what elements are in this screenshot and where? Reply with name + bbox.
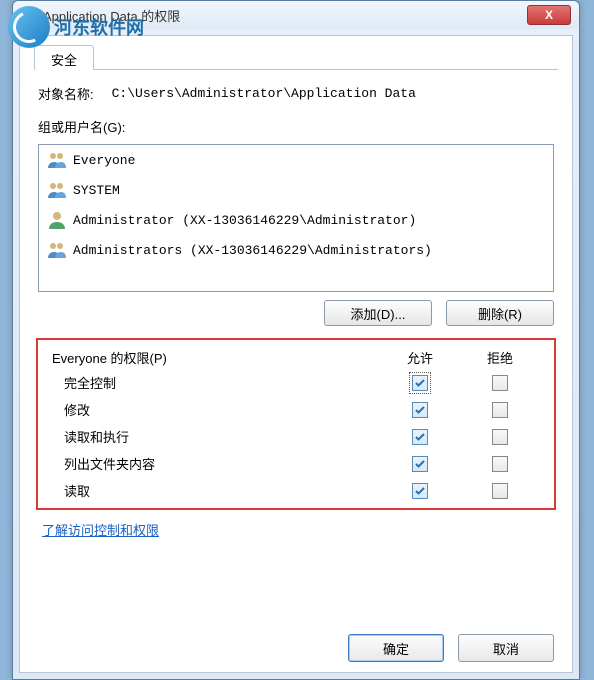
group-icon <box>47 181 67 199</box>
cancel-button[interactable]: 取消 <box>458 634 554 662</box>
user-icon <box>47 211 67 229</box>
group-users-label: 组或用户名(G): <box>38 117 554 136</box>
group-icon <box>47 241 67 259</box>
permissions-panel: Everyone 的权限(P) 允许 拒绝 完全控制修改读取和执行列出文件夹内容… <box>36 338 556 510</box>
column-deny: 拒绝 <box>460 348 540 367</box>
allow-checkbox[interactable] <box>412 375 428 391</box>
deny-checkbox[interactable] <box>492 483 508 499</box>
list-item[interactable]: Administrator (XX-13036146229\Administra… <box>39 205 553 235</box>
dialog-body: 安全 对象名称: C:\Users\Administrator\Applicat… <box>19 35 573 673</box>
allow-checkbox[interactable] <box>412 429 428 445</box>
allow-checkbox[interactable] <box>412 456 428 472</box>
close-button[interactable]: X <box>527 5 571 25</box>
allow-checkbox[interactable] <box>412 402 428 418</box>
deny-checkbox[interactable] <box>492 456 508 472</box>
button-label: 确定 <box>383 639 409 658</box>
tab-label: 安全 <box>51 53 77 68</box>
watermark: 河东软件网 <box>8 6 144 48</box>
permission-row: 修改 <box>44 396 548 423</box>
object-name-row: 对象名称: C:\Users\Administrator\Application… <box>38 84 554 103</box>
object-label: 对象名称: <box>38 84 94 103</box>
button-label: 删除(R) <box>478 304 522 323</box>
list-item[interactable]: Everyone <box>39 145 553 175</box>
allow-checkbox[interactable] <box>412 483 428 499</box>
list-item[interactable]: SYSTEM <box>39 175 553 205</box>
dialog-window: Application Data 的权限 X 安全 对象名称: C:\Users… <box>12 0 580 680</box>
deny-checkbox[interactable] <box>492 429 508 445</box>
permission-row: 读取和执行 <box>44 423 548 450</box>
button-label: 添加(D)... <box>351 304 406 323</box>
deny-checkbox[interactable] <box>492 375 508 391</box>
users-listbox[interactable]: Everyone SYSTEM Administrator (XX-130361… <box>38 144 554 292</box>
button-label: 取消 <box>493 639 519 658</box>
permissions-title: Everyone 的权限(P) <box>52 348 380 367</box>
column-allow: 允许 <box>380 348 460 367</box>
permission-row: 列出文件夹内容 <box>44 450 548 477</box>
watermark-text: 河东软件网 <box>54 14 144 40</box>
permission-label: 修改 <box>64 400 380 419</box>
list-item[interactable]: Administrators (XX-13036146229\Administr… <box>39 235 553 265</box>
remove-button[interactable]: 删除(R) <box>446 300 554 326</box>
list-item-label: SYSTEM <box>73 183 120 198</box>
footer-buttons: 确定 取消 <box>348 634 554 662</box>
permission-row: 读取 <box>44 477 548 504</box>
ok-button[interactable]: 确定 <box>348 634 444 662</box>
tab-security[interactable]: 安全 <box>34 45 94 70</box>
object-path: C:\Users\Administrator\Application Data <box>112 86 416 101</box>
deny-checkbox[interactable] <box>492 402 508 418</box>
learn-more-link[interactable]: 了解访问控制和权限 <box>42 520 159 539</box>
permissions-header: Everyone 的权限(P) 允许 拒绝 <box>44 346 548 369</box>
permission-label: 读取和执行 <box>64 427 380 446</box>
add-button[interactable]: 添加(D)... <box>324 300 432 326</box>
group-icon <box>47 151 67 169</box>
permission-label: 列出文件夹内容 <box>64 454 380 473</box>
watermark-logo-icon <box>8 6 50 48</box>
permission-label: 完全控制 <box>64 373 380 392</box>
permission-label: 读取 <box>64 481 380 500</box>
list-item-label: Administrator (XX-13036146229\Administra… <box>73 213 416 228</box>
add-remove-row: 添加(D)... 删除(R) <box>38 300 554 326</box>
permission-row: 完全控制 <box>44 369 548 396</box>
list-item-label: Everyone <box>73 153 135 168</box>
close-icon: X <box>545 8 553 22</box>
list-item-label: Administrators (XX-13036146229\Administr… <box>73 243 432 258</box>
